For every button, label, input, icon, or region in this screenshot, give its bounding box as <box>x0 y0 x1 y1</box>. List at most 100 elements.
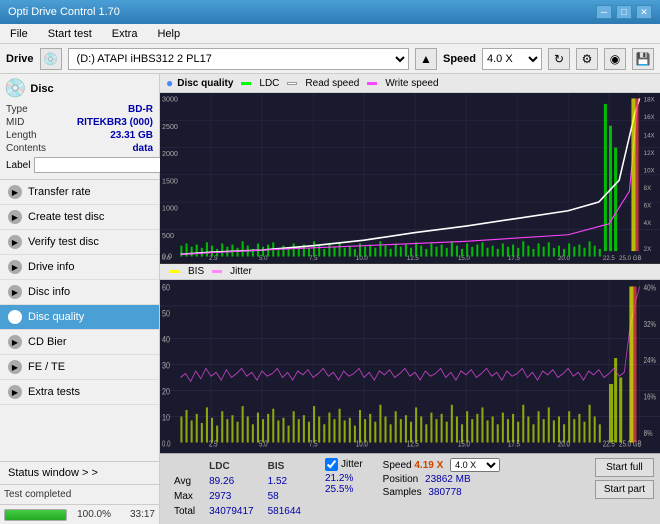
samples-row: Samples 380778 <box>383 487 500 498</box>
progress-bar-fill <box>5 510 66 520</box>
jitter-max-val: 25.5% <box>325 484 353 495</box>
max-bis: 58 <box>262 490 307 503</box>
disc-info-icon: ▶ <box>8 285 22 299</box>
read-speed-legend-color <box>287 82 297 85</box>
minimize-button[interactable]: ─ <box>596 5 612 19</box>
avg-ldc: 89.26 <box>203 475 260 488</box>
total-label: Total <box>168 505 201 518</box>
jitter-label: Jitter <box>341 459 363 470</box>
sidebar-item-fe-te[interactable]: ▶ FE / TE <box>0 355 159 380</box>
stats-table: LDC BIS Avg 89.26 1.52 Max 2973 58 Tot <box>166 458 309 520</box>
sidebar: 💿 Disc Type BD-R MID RITEKBR3 (000) Leng… <box>0 74 160 524</box>
position-val: 23862 MB <box>421 474 471 485</box>
top-chart-title-bar: ● Disc quality LDC Read speed Write spee… <box>160 74 660 93</box>
sidebar-item-cd-bier[interactable]: ▶ CD Bier <box>0 330 159 355</box>
jitter-legend-label: Jitter <box>230 266 252 277</box>
eject-button[interactable]: ▲ <box>415 48 437 70</box>
write-speed-legend-color <box>367 82 377 85</box>
disc-type-row: Type BD-R <box>4 103 155 116</box>
jitter-max-row: 25.5% <box>325 484 363 495</box>
position-row: Position 23862 MB <box>383 474 500 485</box>
speed-select[interactable]: 4.0 X <box>482 48 542 70</box>
bottom-info-bar: LDC BIS Avg 89.26 1.52 Max 2973 58 Tot <box>160 453 660 524</box>
svg-text:32%: 32% <box>644 321 656 329</box>
svg-text:4X: 4X <box>644 220 652 227</box>
menu-extra[interactable]: Extra <box>106 27 144 41</box>
jitter-legend-color <box>212 270 222 273</box>
jitter-avg-val: 21.2% <box>325 473 353 484</box>
menu-bar: File Start test Extra Help <box>0 24 660 44</box>
svg-text:0.0: 0.0 <box>162 255 171 262</box>
sidebar-item-transfer-rate[interactable]: ▶ Transfer rate <box>0 180 159 205</box>
menu-help[interactable]: Help <box>151 27 186 41</box>
status-text: Test completed <box>4 489 71 500</box>
svg-text:14X: 14X <box>644 133 656 140</box>
svg-text:6X: 6X <box>644 202 652 209</box>
menu-file[interactable]: File <box>4 27 34 41</box>
svg-text:2500: 2500 <box>162 122 178 131</box>
svg-text:25.0 GB: 25.0 GB <box>619 255 641 262</box>
jitter-check-row: Jitter <box>325 458 363 471</box>
sidebar-item-disc-quality[interactable]: ▶ Disc quality <box>0 305 159 330</box>
progress-text: 100.0% <box>71 509 111 520</box>
status-window-button[interactable]: Status window > > <box>0 461 159 484</box>
bis-legend-color <box>170 270 180 273</box>
refresh-button[interactable]: ↻ <box>548 48 570 70</box>
disc-quality-icon: ▶ <box>8 310 22 324</box>
total-ldc: 34079417 <box>203 505 260 518</box>
sidebar-item-disc-info[interactable]: ▶ Disc info <box>0 280 159 305</box>
svg-text:20: 20 <box>162 387 170 397</box>
svg-text:40%: 40% <box>644 285 656 293</box>
disc-icon: 💿 <box>4 78 26 99</box>
bis-header: BIS <box>262 460 307 473</box>
svg-text:16X: 16X <box>644 114 656 121</box>
disc-label-input[interactable] <box>34 157 168 173</box>
ldc-header: LDC <box>203 460 260 473</box>
speed-select-stat[interactable]: 4.0 X <box>450 458 500 472</box>
sidebar-item-verify-test-disc[interactable]: ▶ Verify test disc <box>0 230 159 255</box>
close-button[interactable]: ✕ <box>636 5 652 19</box>
jitter-checkbox[interactable] <box>325 458 338 471</box>
menu-start-test[interactable]: Start test <box>42 27 98 41</box>
max-ldc: 2973 <box>203 490 260 503</box>
sidebar-item-drive-info[interactable]: ▶ Drive info <box>0 255 159 280</box>
drive-bar: Drive 💿 (D:) ATAPI iHBS312 2 PL17 ▲ Spee… <box>0 44 660 74</box>
save-button[interactable]: 💾 <box>632 48 654 70</box>
total-bis: 581644 <box>262 505 307 518</box>
window-title: Opti Drive Control 1.70 <box>8 6 120 18</box>
svg-text:8X: 8X <box>644 185 652 192</box>
top-chart-panel: ● Disc quality LDC Read speed Write spee… <box>160 74 660 264</box>
drive-select[interactable]: (D:) ATAPI iHBS312 2 PL17 <box>68 48 409 70</box>
speed-value: 4.19 X <box>414 460 443 471</box>
avg-bis: 1.52 <box>262 475 307 488</box>
sidebar-item-create-test-disc[interactable]: ▶ Create test disc <box>0 205 159 230</box>
settings-button[interactable]: ⚙ <box>576 48 598 70</box>
bottom-chart-panel: BIS Jitter <box>160 264 660 453</box>
status-window-label: Status window > > <box>8 467 98 479</box>
svg-text:16%: 16% <box>644 394 656 402</box>
sidebar-item-extra-tests[interactable]: ▶ Extra tests <box>0 380 159 405</box>
chart-area: ● Disc quality LDC Read speed Write spee… <box>160 74 660 524</box>
ldc-legend-color <box>241 82 251 85</box>
speed-label: Speed <box>443 53 476 65</box>
bottom-legend: BIS Jitter <box>170 266 252 277</box>
samples-val: 380778 <box>424 487 461 498</box>
start-part-button[interactable]: Start part <box>595 480 654 499</box>
fe-te-icon: ▶ <box>8 360 22 374</box>
svg-text:30: 30 <box>162 361 170 371</box>
main-layout: 💿 Disc Type BD-R MID RITEKBR3 (000) Leng… <box>0 74 660 524</box>
svg-text:22.5: 22.5 <box>603 255 615 262</box>
svg-text:12.5: 12.5 <box>407 255 419 262</box>
speed-row: Speed 4.19 X 4.0 X <box>383 458 500 472</box>
title-bar: Opti Drive Control 1.70 ─ □ ✕ <box>0 0 660 24</box>
top-chart-svg: 3000 2500 2000 1500 1000 500 0.0 18X 16X… <box>160 93 660 262</box>
start-full-button[interactable]: Start full <box>595 458 654 477</box>
svg-text:0.0: 0.0 <box>162 441 171 449</box>
svg-text:2X: 2X <box>644 246 652 253</box>
svg-text:8%: 8% <box>644 430 653 438</box>
maximize-button[interactable]: □ <box>616 5 632 19</box>
disc-button[interactable]: ◉ <box>604 48 626 70</box>
disc-mid-row: MID RITEKBR3 (000) <box>4 116 155 129</box>
position-label: Position <box>383 474 419 485</box>
svg-text:2000: 2000 <box>162 149 178 158</box>
